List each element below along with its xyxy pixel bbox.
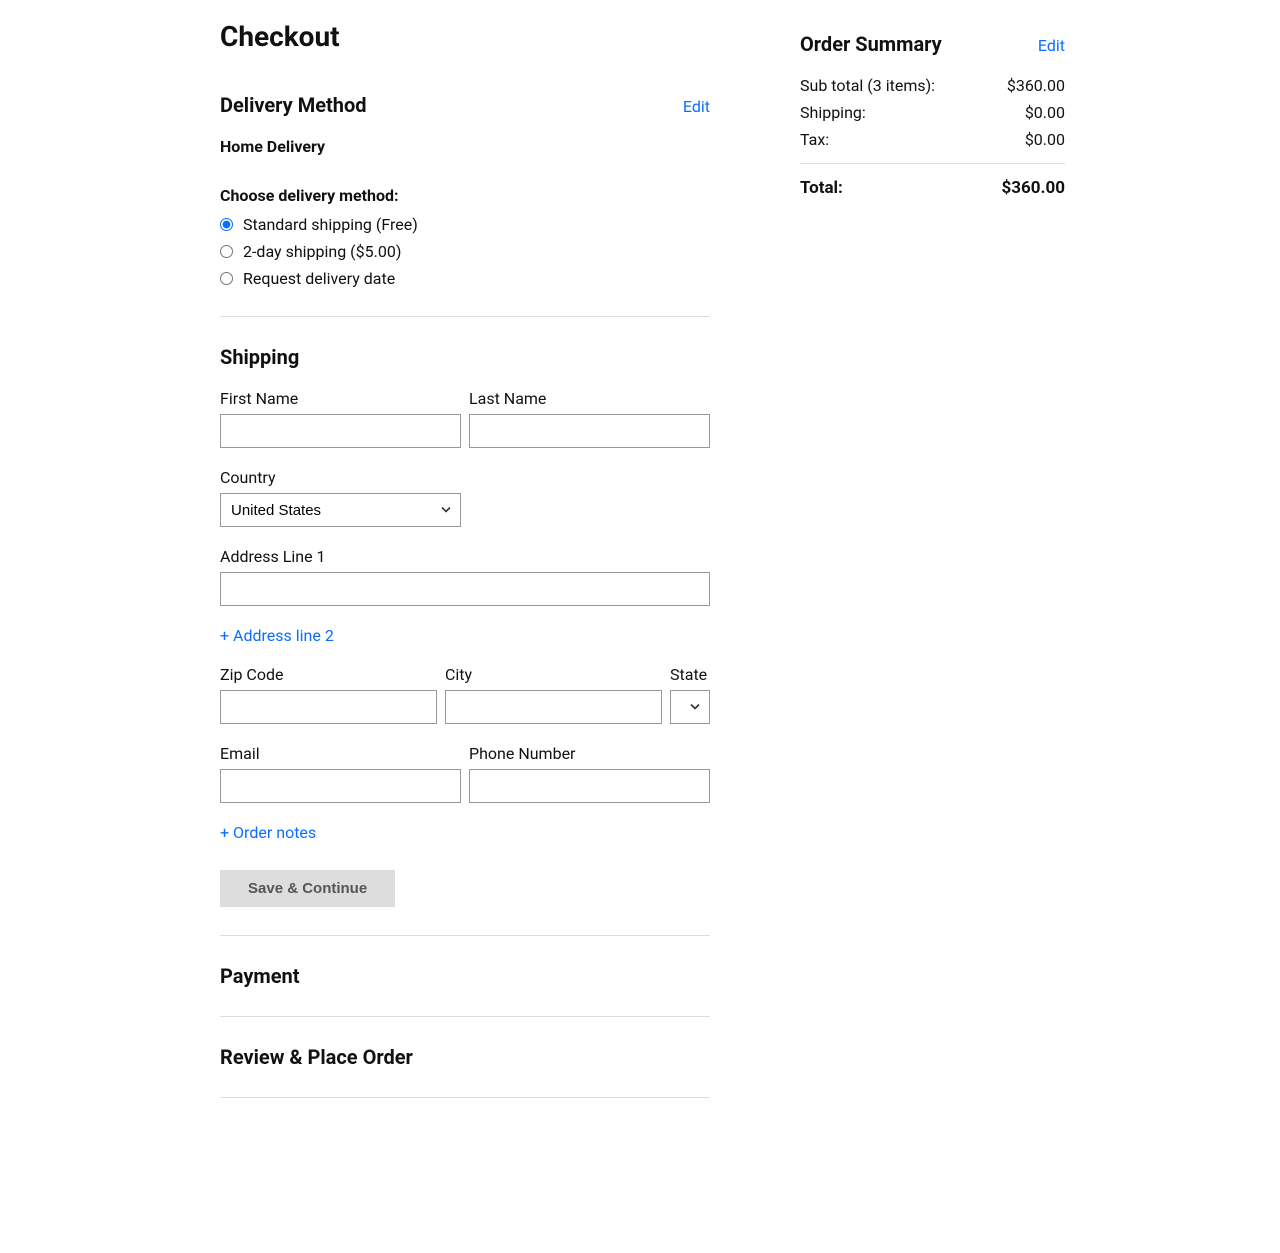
city-label: City [445, 665, 662, 684]
address1-label: Address Line 1 [220, 547, 710, 566]
summary-subtotal-value: $360.00 [1007, 76, 1065, 95]
first-name-label: First Name [220, 389, 461, 408]
state-select[interactable]: Select one [671, 691, 709, 723]
summary-shipping-label: Shipping: [800, 103, 866, 122]
add-order-notes-link[interactable]: + Order notes [220, 823, 316, 842]
phone-label: Phone Number [469, 744, 710, 763]
radio-2day-shipping-label[interactable]: 2-day shipping ($5.00) [243, 242, 401, 261]
summary-tax-value: $0.00 [1025, 130, 1065, 149]
address1-input[interactable] [220, 572, 710, 606]
summary-heading: Order Summary [800, 32, 942, 56]
country-label: Country [220, 468, 461, 487]
divider [220, 1097, 710, 1098]
zip-label: Zip Code [220, 665, 437, 684]
review-heading: Review & Place Order [220, 1045, 710, 1069]
shipping-heading: Shipping [220, 345, 710, 369]
delivery-selected-label: Home Delivery [220, 137, 710, 156]
delivery-heading: Delivery Method [220, 93, 367, 117]
city-input[interactable] [445, 690, 662, 724]
radio-request-date-label[interactable]: Request delivery date [243, 269, 395, 288]
state-label: State [670, 665, 710, 684]
radio-2day-shipping[interactable] [220, 245, 233, 258]
payment-heading: Payment [220, 964, 710, 988]
radio-standard-shipping-label[interactable]: Standard shipping (Free) [243, 215, 418, 234]
zip-input[interactable] [220, 690, 437, 724]
country-select[interactable]: United States [221, 494, 460, 526]
choose-method-label: Choose delivery method: [220, 186, 710, 205]
summary-total-label: Total: [800, 178, 843, 198]
summary-tax-label: Tax: [800, 130, 829, 149]
divider [220, 316, 710, 317]
add-address2-link[interactable]: + Address line 2 [220, 626, 334, 645]
radio-request-date[interactable] [220, 272, 233, 285]
delivery-edit-link[interactable]: Edit [683, 97, 710, 116]
phone-input[interactable] [469, 769, 710, 803]
radio-standard-shipping[interactable] [220, 218, 233, 231]
email-input[interactable] [220, 769, 461, 803]
divider [220, 1016, 710, 1017]
last-name-label: Last Name [469, 389, 710, 408]
summary-total-value: $360.00 [1002, 178, 1065, 198]
summary-shipping-value: $0.00 [1025, 103, 1065, 122]
summary-edit-link[interactable]: Edit [1038, 36, 1065, 55]
first-name-input[interactable] [220, 414, 461, 448]
page-title: Checkout [220, 20, 710, 53]
save-continue-button[interactable]: Save & Continue [220, 870, 395, 907]
summary-subtotal-label: Sub total (3 items): [800, 76, 935, 95]
last-name-input[interactable] [469, 414, 710, 448]
email-label: Email [220, 744, 461, 763]
divider [220, 935, 710, 936]
